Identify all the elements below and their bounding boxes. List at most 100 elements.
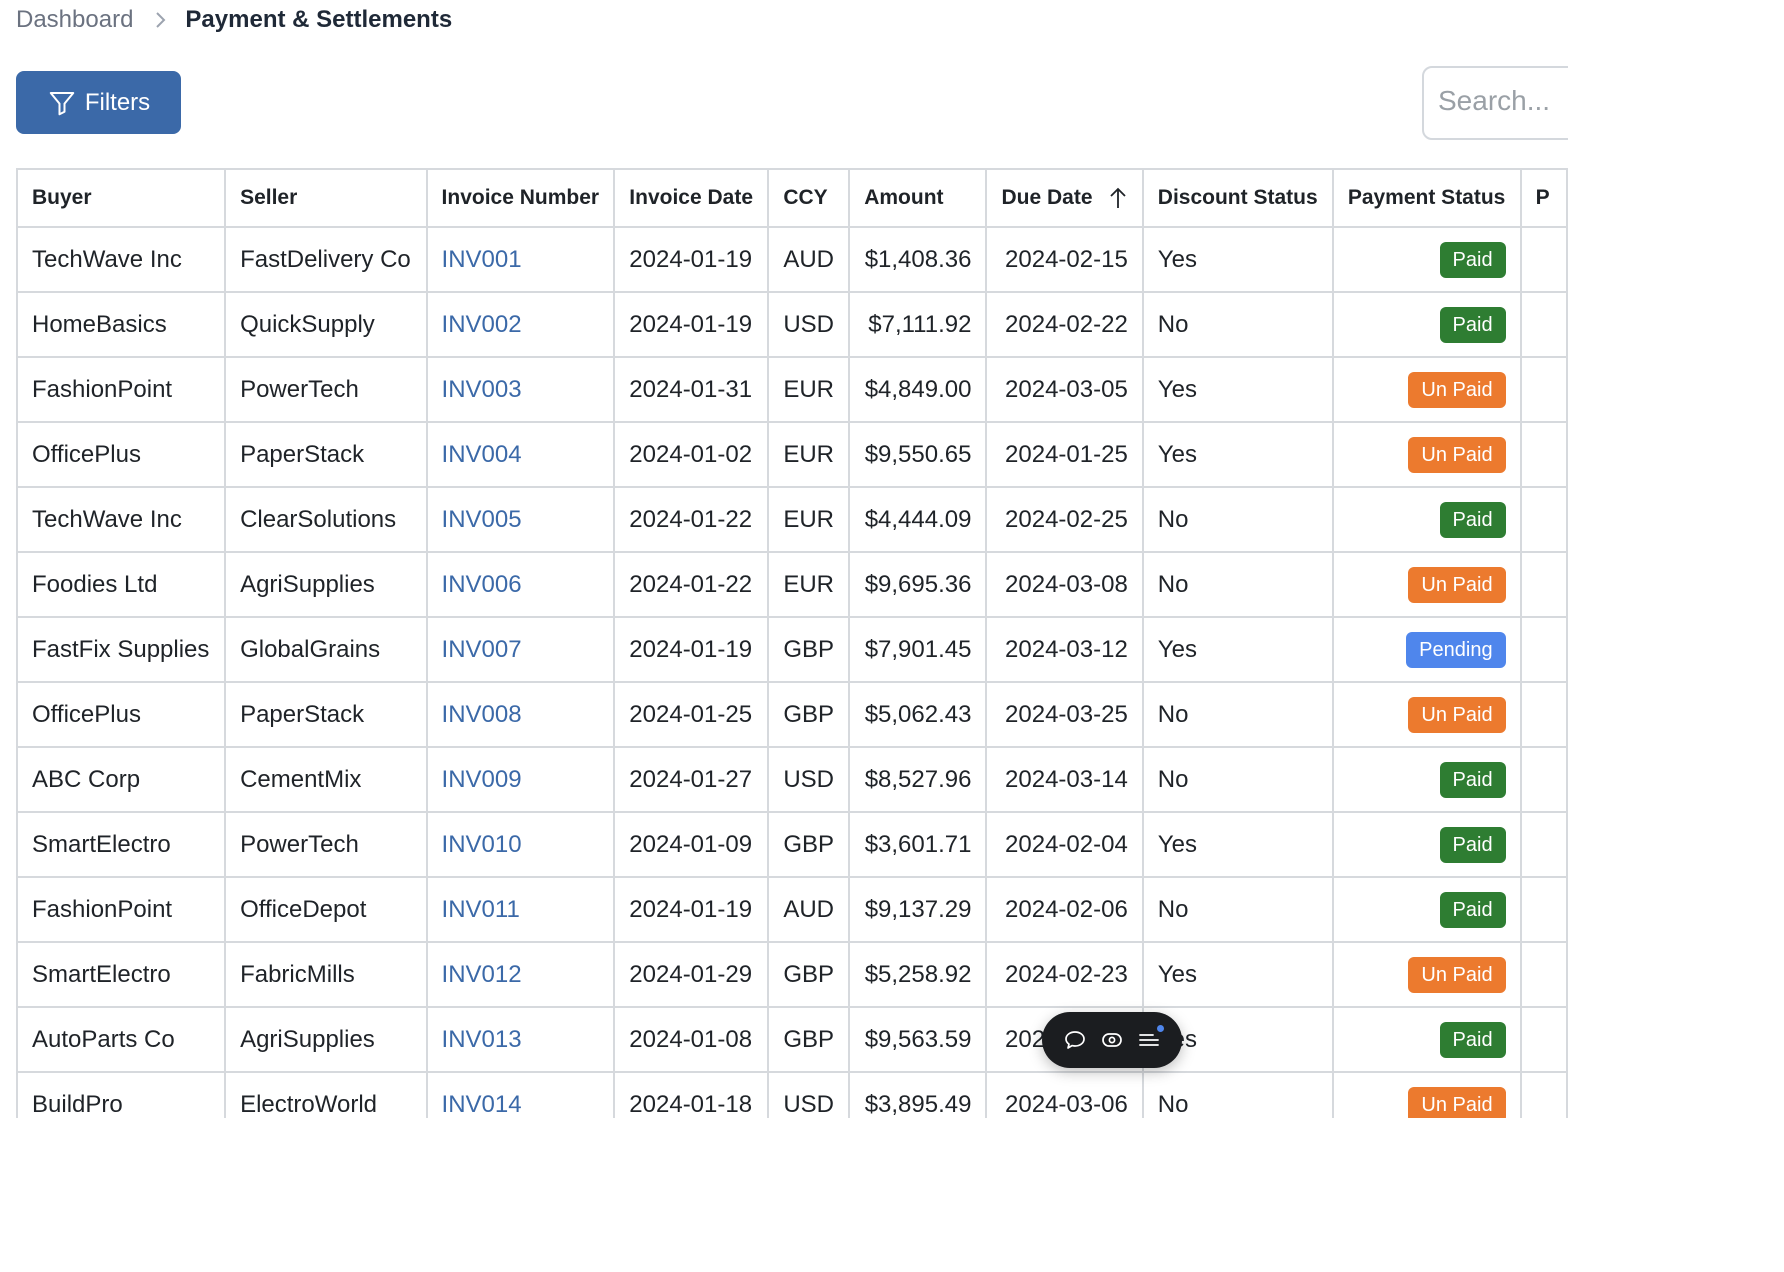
discount-status-cell: No	[1142, 552, 1334, 618]
invoice-date-cell: 2024-01-22	[614, 487, 770, 553]
filters-button[interactable]: Filters	[16, 71, 181, 134]
due-date-cell: 2024-02-15	[986, 227, 1144, 293]
ccy-cell: AUD	[768, 877, 851, 943]
status-badge: Paid	[1439, 891, 1506, 928]
discount-status-cell: No	[1142, 877, 1334, 943]
menu-icon[interactable]	[1137, 1025, 1165, 1052]
ccy-cell: EUR	[768, 552, 851, 618]
status-badge: Paid	[1439, 306, 1506, 343]
column-header-buyer[interactable]: Buyer	[17, 169, 227, 228]
discount-status-cell: Yes	[1142, 227, 1334, 293]
invoice-link[interactable]: INV008	[442, 701, 522, 728]
due-date-cell: 2024-03-05	[986, 357, 1144, 423]
table-row[interactable]: TechWave Inc FastDelivery Co INV001 2024-01…	[17, 227, 1568, 293]
due-date-cell: 2024-02-23	[986, 942, 1144, 1008]
invoice-link[interactable]: INV013	[442, 1026, 522, 1053]
table-row[interactable]: AutoParts Co AgriSupplies INV013 2024-01-08…	[17, 1007, 1568, 1073]
truncated-cell	[1520, 357, 1568, 423]
status-badge: Un Paid	[1408, 436, 1506, 473]
status-badge: Paid	[1439, 241, 1506, 278]
status-badge: Paid	[1439, 501, 1506, 538]
table-row[interactable]: BuildPro ElectroWorld INV014 2024-01-18 USD $…	[17, 1072, 1568, 1118]
seller-cell: AgriSupplies	[225, 1007, 428, 1073]
invoice-date-cell: 2024-01-19	[614, 877, 770, 943]
seller-cell: FastDelivery Co	[225, 227, 428, 293]
ccy-cell: EUR	[768, 487, 851, 553]
invoice-link[interactable]: INV009	[442, 766, 522, 793]
seller-cell: PowerTech	[225, 812, 428, 878]
column-header-discount-status[interactable]: Discount Status	[1142, 169, 1334, 228]
amount-cell: $9,695.36	[849, 552, 988, 618]
invoice-link[interactable]: INV006	[442, 571, 522, 598]
table-row[interactable]: FashionPoint OfficeDepot INV011 2024-01-19 A…	[17, 877, 1568, 943]
invoice-number-cell: INV002	[426, 292, 616, 358]
amount-cell: $5,258.92	[849, 942, 988, 1008]
seller-cell: ClearSolutions	[225, 487, 428, 553]
invoice-link[interactable]: INV004	[442, 441, 522, 468]
sort-ascending-icon[interactable]	[1109, 186, 1127, 210]
status-badge: Un Paid	[1408, 956, 1506, 993]
table-row[interactable]: ABC Corp CementMix INV009 2024-01-27 USD $8,5…	[17, 747, 1568, 813]
ccy-cell: GBP	[768, 617, 851, 683]
invoice-date-cell: 2024-01-31	[614, 357, 770, 423]
table-row[interactable]: FashionPoint PowerTech INV003 2024-01-31 EUR…	[17, 357, 1568, 423]
table-row[interactable]: OfficePlus PaperStack INV008 2024-01-25 GBP $…	[17, 682, 1568, 748]
column-header-due-date[interactable]: Due Date	[986, 169, 1144, 228]
status-badge: Paid	[1439, 1021, 1506, 1058]
invoice-link[interactable]: INV005	[442, 506, 522, 533]
ccy-cell: USD	[768, 292, 851, 358]
table-row[interactable]: TechWave Inc ClearSolutions INV005 2024-01-…	[17, 487, 1568, 553]
search-field	[1422, 66, 1568, 140]
invoice-number-cell: INV006	[426, 552, 616, 618]
invoice-date-cell: 2024-01-19	[614, 227, 770, 293]
seller-cell: OfficeDepot	[225, 877, 428, 943]
invoice-link[interactable]: INV001	[442, 246, 522, 273]
column-header-amount[interactable]: Amount	[849, 169, 988, 228]
discount-status-cell: No	[1142, 747, 1334, 813]
breadcrumb-dashboard-link[interactable]: Dashboard	[16, 6, 133, 34]
column-header-invoice-number[interactable]: Invoice Number	[426, 169, 616, 228]
invoice-link[interactable]: INV011	[442, 896, 520, 923]
invoice-link[interactable]: INV012	[442, 961, 522, 988]
table-row[interactable]: FastFix Supplies GlobalGrains INV007 2024-0…	[17, 617, 1568, 683]
table-row[interactable]: SmartElectro PowerTech INV010 2024-01-09 GBP…	[17, 812, 1568, 878]
amount-cell: $9,137.29	[849, 877, 988, 943]
invoice-link[interactable]: INV007	[442, 636, 522, 663]
search-input[interactable]	[1424, 68, 1568, 134]
column-header-seller[interactable]: Seller	[225, 169, 428, 228]
column-header-invoice-date[interactable]: Invoice Date	[614, 169, 770, 228]
payment-status-cell: Paid	[1332, 227, 1522, 293]
due-date-header-label: Due Date	[1001, 186, 1093, 209]
page: Dashboard Payment & Settlements Filters …	[0, 0, 1568, 1118]
status-badge: Un Paid	[1408, 371, 1506, 408]
buyer-cell: FashionPoint	[17, 877, 227, 943]
truncated-cell	[1520, 682, 1568, 748]
seller-cell: FabricMills	[225, 942, 428, 1008]
ccy-cell: USD	[768, 747, 851, 813]
comment-icon[interactable]	[1063, 1028, 1087, 1052]
payment-status-cell: Un Paid	[1332, 552, 1522, 618]
table-header-row: Buyer Seller Invoice Number Invoice Date…	[17, 169, 1568, 228]
amount-cell: $3,601.71	[849, 812, 988, 878]
column-header-truncated[interactable]: P	[1520, 169, 1568, 228]
seller-cell: GlobalGrains	[225, 617, 428, 683]
eye-icon[interactable]	[1100, 1028, 1124, 1052]
invoice-link[interactable]: INV003	[442, 376, 522, 403]
table-row[interactable]: OfficePlus PaperStack INV004 2024-01-02 EUR $…	[17, 422, 1568, 488]
invoice-number-cell: INV008	[426, 682, 616, 748]
invoice-number-cell: INV003	[426, 357, 616, 423]
ccy-cell: EUR	[768, 422, 851, 488]
table-row[interactable]: Foodies Ltd AgriSupplies INV006 2024-01-22 E…	[17, 552, 1568, 618]
truncated-cell	[1520, 942, 1568, 1008]
table-row[interactable]: HomeBasics QuickSupply INV002 2024-01-19 USD…	[17, 292, 1568, 358]
truncated-cell	[1520, 617, 1568, 683]
status-badge: Paid	[1439, 761, 1506, 798]
invoice-link[interactable]: INV010	[442, 831, 522, 858]
due-date-cell: 2024-02-06	[986, 877, 1144, 943]
invoice-link[interactable]: INV014	[442, 1091, 522, 1118]
column-header-payment-status[interactable]: Payment Status	[1332, 169, 1522, 228]
column-header-ccy[interactable]: CCY	[768, 169, 851, 228]
invoice-link[interactable]: INV002	[442, 311, 522, 338]
invoice-date-cell: 2024-01-09	[614, 812, 770, 878]
table-row[interactable]: SmartElectro FabricMills INV012 2024-01-29 G…	[17, 942, 1568, 1008]
